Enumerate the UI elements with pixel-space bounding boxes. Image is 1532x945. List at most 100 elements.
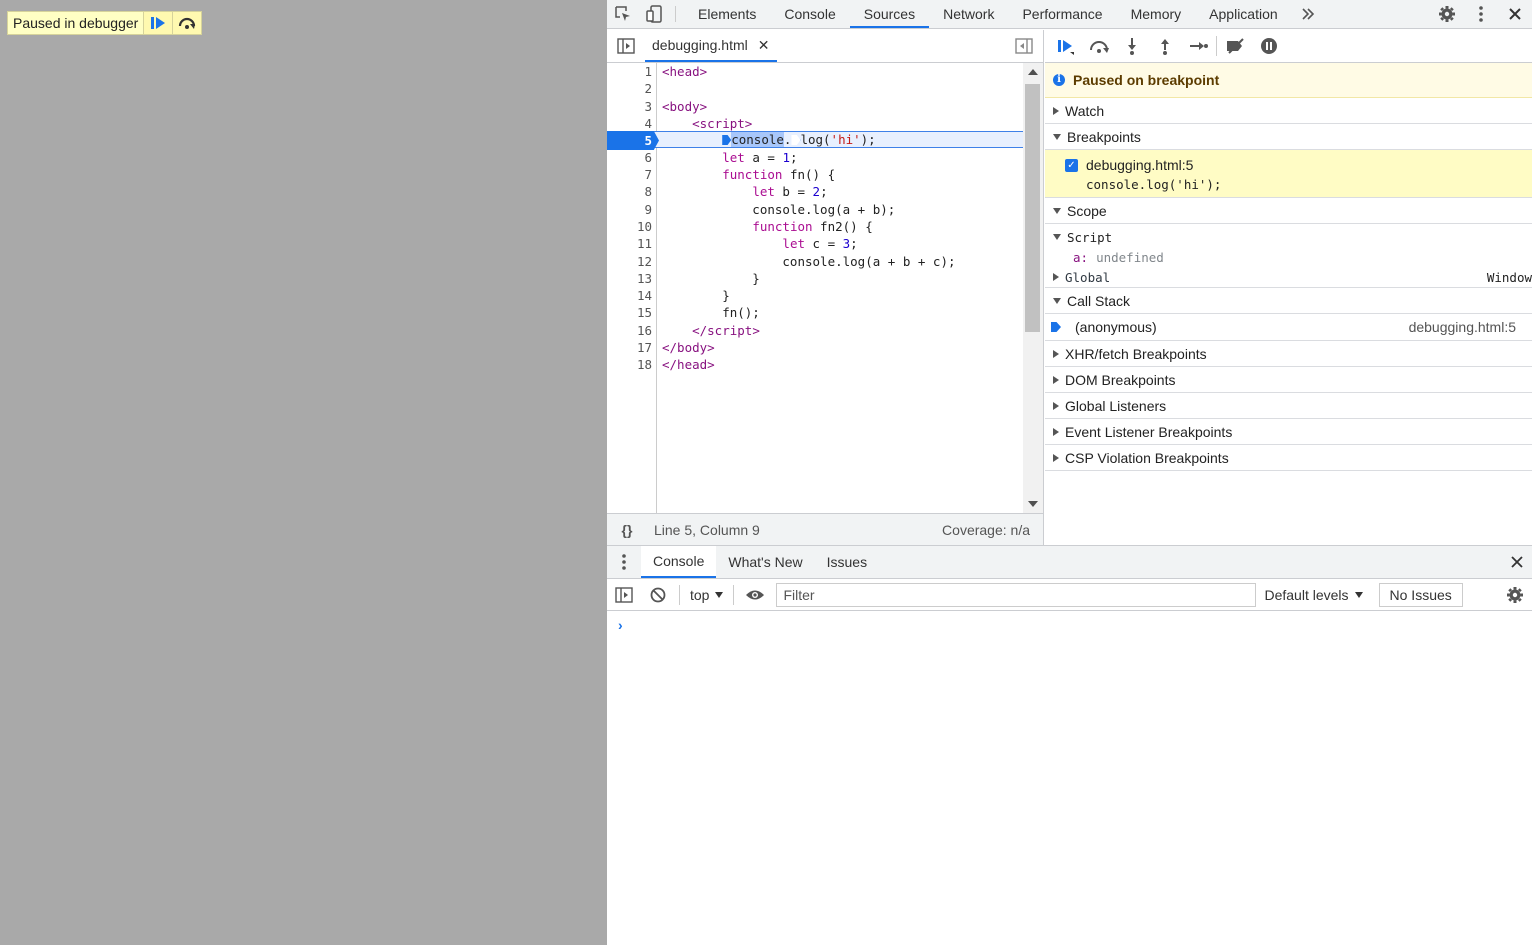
line-number[interactable]: 11 [607,235,652,252]
line-number[interactable]: 17 [607,339,652,356]
tab-network[interactable]: Network [929,0,1008,28]
step-out-button[interactable] [1148,31,1181,61]
issues-button[interactable]: No Issues [1378,582,1463,607]
tab-memory[interactable]: Memory [1117,0,1196,28]
code-line: 1 <head> [607,63,1023,80]
console-settings-button[interactable] [1498,580,1532,610]
code-line: 12 console.log(a + b + c); [607,253,1023,270]
resume-execution-button[interactable] [1049,31,1082,61]
file-tab-debugging-html[interactable]: debugging.html ✕ [645,30,778,62]
settings-button[interactable] [1430,0,1464,28]
scroll-up-arrow-icon[interactable] [1028,69,1038,75]
scope-global-row[interactable]: Global Window [1045,267,1532,288]
console-filter-input[interactable]: Filter [776,582,1257,607]
line-number[interactable]: 15 [607,304,652,321]
csp-violation-breakpoints-section-header[interactable]: CSP Violation Breakpoints [1045,445,1532,471]
toggle-navigator-button[interactable] [607,30,645,62]
expand-triangle-icon [1053,349,1059,358]
scrollbar-thumb[interactable] [1025,84,1040,332]
line-number[interactable]: 1 [607,63,652,80]
line-number[interactable]: 18 [607,356,652,373]
global-listeners-section-header[interactable]: Global Listeners [1045,393,1532,419]
breakpoint-location: debugging.html:5 [1086,157,1194,173]
tab-application[interactable]: Application [1195,0,1292,28]
show-console-sidebar-button[interactable] [607,580,641,610]
code-view[interactable]: 1 <head> 2 3 <body> 4 <script> 5 console. l… [607,63,1023,513]
step-over-button[interactable] [1082,31,1115,61]
close-file-tab-icon[interactable]: ✕ [758,37,770,54]
line-number[interactable]: 13 [607,270,652,287]
scope-section-header[interactable]: Scope [1045,198,1532,224]
line-number[interactable]: 16 [607,322,652,339]
log-levels-dropdown[interactable]: Default levels [1264,587,1363,603]
step-into-button[interactable] [1115,31,1148,61]
dropdown-caret-icon [1354,591,1363,598]
drawer-tab-whats-new[interactable]: What's New [716,546,814,578]
breakpoints-section-header[interactable]: Breakpoints [1045,124,1532,150]
line-number[interactable]: 9 [607,201,652,218]
event-listener-breakpoints-section-header[interactable]: Event Listener Breakpoints [1045,419,1532,445]
pause-on-exceptions-button[interactable] [1252,31,1285,61]
call-frame-location[interactable]: debugging.html:5 [1409,319,1516,335]
code-text: } [662,288,730,303]
line-number[interactable]: 14 [607,287,652,304]
variable-value: undefined [1096,249,1164,265]
line-number[interactable]: 8 [607,183,652,200]
inspect-element-button[interactable] [607,0,639,28]
step-over-button[interactable] [172,12,202,34]
line-number[interactable]: 5 [607,132,652,149]
breakpoint-entry[interactable]: ✓ debugging.html:5 console.log('hi'); [1045,150,1532,198]
console-prompt-icon[interactable]: › [618,617,623,633]
code-line: 13 } [607,270,1023,287]
line-number[interactable]: 2 [607,80,652,97]
call-stack-section-header[interactable]: Call Stack [1045,288,1532,314]
tab-console[interactable]: Console [770,0,849,28]
close-drawer-button[interactable] [1502,546,1532,578]
inline-breakpoint-inactive-icon[interactable] [791,135,801,145]
code-line: 15 fn(); [607,304,1023,321]
line-number[interactable]: 3 [607,98,652,115]
drawer-tab-console[interactable]: Console [641,546,717,578]
drawer-tab-issues[interactable]: Issues [815,546,879,578]
paused-in-debugger-overlay: Paused in debugger [7,11,203,35]
toggle-debugger-sidebar-button[interactable] [1005,30,1043,62]
watch-section-header[interactable]: Watch [1045,98,1532,124]
device-toolbar-button[interactable] [639,0,671,28]
more-tabs-button[interactable] [1292,0,1324,28]
xhr-breakpoints-section-header[interactable]: XHR/fetch Breakpoints [1045,341,1532,367]
line-number[interactable]: 6 [607,149,652,166]
code-line: 9 console.log(a + b); [607,201,1023,218]
pretty-print-button[interactable]: {} [607,522,647,538]
editor-tab-bar: debugging.html ✕ [607,30,1043,63]
tab-elements[interactable]: Elements [684,0,770,28]
scope-script-row[interactable]: Script [1045,227,1532,247]
breakpoint-checkbox[interactable]: ✓ [1065,159,1078,172]
drawer-menu-button[interactable] [607,546,641,578]
tab-performance[interactable]: Performance [1008,0,1116,28]
line-number[interactable]: 7 [607,166,652,183]
resume-button[interactable] [143,12,173,34]
call-frame[interactable]: (anonymous) debugging.html:5 [1045,314,1532,341]
tab-sources[interactable]: Sources [849,0,930,28]
step-icon [1189,42,1208,50]
inline-breakpoint-icon[interactable] [722,135,732,145]
scroll-down-arrow-icon[interactable] [1028,501,1038,507]
code-text: </body> [662,339,715,355]
customize-menu-button[interactable] [1464,0,1498,28]
live-expression-button[interactable] [738,580,772,610]
context-selector[interactable]: top [684,587,729,603]
line-number[interactable]: 10 [607,218,652,235]
line-number[interactable]: 12 [607,253,652,270]
editor-scrollbar[interactable] [1023,63,1043,513]
line-number[interactable]: 4 [607,115,652,132]
scope-variable[interactable]: a: undefined [1045,247,1532,267]
dom-breakpoints-section-header[interactable]: DOM Breakpoints [1045,367,1532,393]
clear-console-button[interactable] [641,580,675,610]
close-devtools-button[interactable] [1498,0,1532,28]
code-text: fn(); [662,305,760,320]
sidebar-toggle-icon [617,38,635,54]
toolbar-divider [675,6,676,22]
editor-status-bar: {} Line 5, Column 9 Coverage: n/a [607,513,1043,545]
deactivate-breakpoints-button[interactable] [1219,31,1252,61]
step-button[interactable] [1181,31,1214,61]
